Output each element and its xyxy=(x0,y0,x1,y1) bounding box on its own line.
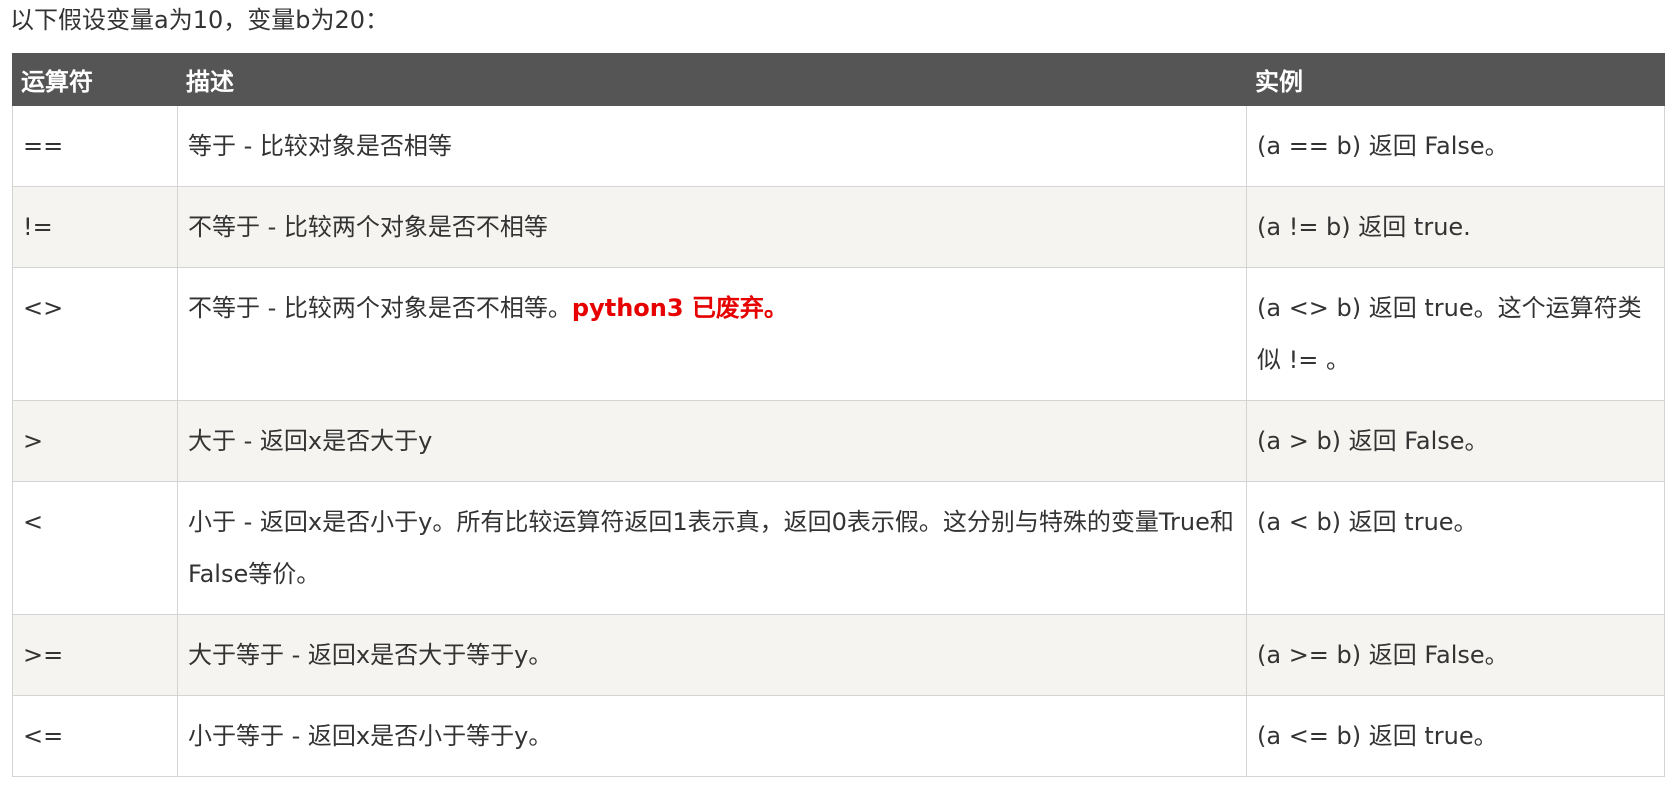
example-cell: (a <> b) 返回 true。这个运算符类似 != 。 xyxy=(1246,267,1665,401)
operator-cell: < xyxy=(12,481,178,615)
description-cell: 大于等于 - 返回x是否大于等于y。 xyxy=(177,614,1247,696)
description-text: 小于等于 - 返回x是否小于等于y。 xyxy=(188,722,553,750)
operator-cell: > xyxy=(12,400,178,482)
table-body: == 等于 - 比较对象是否相等 (a == b) 返回 False。 != 不… xyxy=(12,105,1665,777)
description-text: 大于等于 - 返回x是否大于等于y。 xyxy=(188,641,553,669)
table-row: == 等于 - 比较对象是否相等 (a == b) 返回 False。 xyxy=(12,105,1665,187)
example-cell: (a >= b) 返回 False。 xyxy=(1246,614,1665,696)
table-row: <> 不等于 - 比较两个对象是否不相等。python3 已废弃。 (a <> … xyxy=(12,267,1665,401)
operator-cell: != xyxy=(12,186,178,268)
description-text: 不等于 - 比较两个对象是否不相等。 xyxy=(188,294,572,322)
description-text: 不等于 - 比较两个对象是否不相等 xyxy=(188,213,548,241)
description-cell: 等于 - 比较对象是否相等 xyxy=(177,105,1247,187)
intro-text: 以下假设变量a为10，变量b为20： xyxy=(10,6,390,34)
table-row: >= 大于等于 - 返回x是否大于等于y。 (a >= b) 返回 False。 xyxy=(12,614,1665,696)
example-cell: (a == b) 返回 False。 xyxy=(1246,105,1665,187)
description-text: 大于 - 返回x是否大于y xyxy=(188,427,433,455)
table-row: > 大于 - 返回x是否大于y (a > b) 返回 False。 xyxy=(12,400,1665,482)
description-text: 小于 - 返回x是否小于y。所有比较运算符返回1表示真，返回0表示假。这分别与特… xyxy=(188,508,1234,588)
description-text: 等于 - 比较对象是否相等 xyxy=(188,132,452,160)
example-cell: (a > b) 返回 False。 xyxy=(1246,400,1665,482)
operator-cell: >= xyxy=(12,614,178,696)
description-cell: 大于 - 返回x是否大于y xyxy=(177,400,1247,482)
deprecation-note: python3 已废弃。 xyxy=(571,294,788,322)
description-cell: 小于等于 - 返回x是否小于等于y。 xyxy=(177,695,1247,777)
example-cell: (a < b) 返回 true。 xyxy=(1246,481,1665,615)
example-cell: (a <= b) 返回 true。 xyxy=(1246,695,1665,777)
operator-cell: == xyxy=(12,105,178,187)
table-row: < 小于 - 返回x是否小于y。所有比较运算符返回1表示真，返回0表示假。这分别… xyxy=(12,481,1665,615)
table-header-row: 运算符 描述 实例 xyxy=(12,53,1665,106)
example-cell: (a != b) 返回 true. xyxy=(1246,186,1665,268)
header-description: 描述 xyxy=(177,53,1247,106)
table-row: != 不等于 - 比较两个对象是否不相等 (a != b) 返回 true. xyxy=(12,186,1665,268)
comparison-operators-table: 运算符 描述 实例 == 等于 - 比较对象是否相等 (a == b) 返回 F… xyxy=(12,53,1665,777)
description-cell: 不等于 - 比较两个对象是否不相等。python3 已废弃。 xyxy=(177,267,1247,401)
table-header: 运算符 描述 实例 xyxy=(12,53,1665,106)
table-row: <= 小于等于 - 返回x是否小于等于y。 (a <= b) 返回 true。 xyxy=(12,695,1665,777)
header-operator: 运算符 xyxy=(12,53,178,106)
description-cell: 不等于 - 比较两个对象是否不相等 xyxy=(177,186,1247,268)
operator-cell: <= xyxy=(12,695,178,777)
description-cell: 小于 - 返回x是否小于y。所有比较运算符返回1表示真，返回0表示假。这分别与特… xyxy=(177,481,1247,615)
header-example: 实例 xyxy=(1246,53,1665,106)
operator-cell: <> xyxy=(12,267,178,401)
